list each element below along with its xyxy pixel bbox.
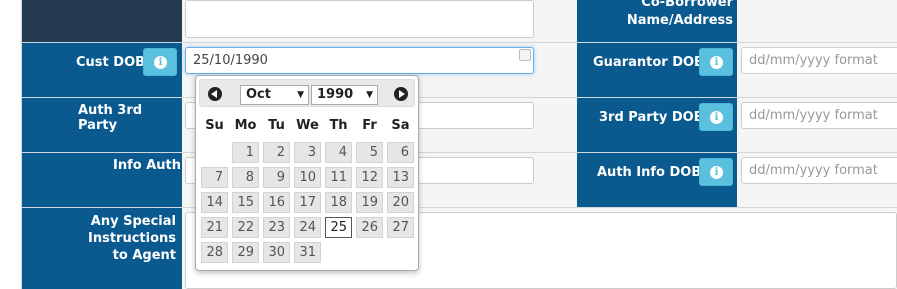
datepicker-popup: Oct ▼ 1990 ▼ Su Mo Tu We Th Fr Sa 1 2 3 4 5 6 7 8 9 10 11 12… xyxy=(195,75,419,271)
day-cell[interactable]: 10 xyxy=(294,167,321,188)
info-icon: i xyxy=(710,56,723,69)
auth-info-dob-input[interactable] xyxy=(741,157,897,184)
special-instructions-label-cell: Any Special Instructions to Agent xyxy=(22,208,182,289)
co-borrower-label-cell: Co-Borrower Name/Address xyxy=(577,0,737,42)
day-cell[interactable]: 17 xyxy=(294,192,321,213)
auth-info-dob-label: Auth Info DOB xyxy=(597,165,702,180)
weekday-header: Tu xyxy=(268,118,285,133)
day-cell[interactable]: 18 xyxy=(325,192,352,213)
weekday-header: Sa xyxy=(391,118,410,133)
day-cell[interactable]: 1 xyxy=(232,142,259,163)
calendar-icon[interactable] xyxy=(519,49,531,61)
info-icon: i xyxy=(710,166,723,179)
year-select[interactable]: 1990 ▼ xyxy=(311,85,378,105)
row-divider xyxy=(22,42,897,43)
row-top-label-cell xyxy=(22,0,182,42)
cust-dob-input[interactable] xyxy=(185,47,534,74)
guarantor-dob-input[interactable] xyxy=(741,47,897,74)
guarantor-dob-label-cell: Guarantor DOB i xyxy=(577,43,737,97)
day-cell[interactable]: 5 xyxy=(356,142,383,163)
day-cell[interactable]: 29 xyxy=(232,242,259,263)
datepicker-header: Oct ▼ 1990 ▼ xyxy=(199,79,415,107)
weekday-header: Th xyxy=(329,118,348,133)
third-party-dob-input[interactable] xyxy=(741,102,897,129)
day-cell[interactable]: 7 xyxy=(201,167,228,188)
cust-dob-label: Cust DOB xyxy=(76,55,146,70)
day-cell[interactable]: 8 xyxy=(232,167,259,188)
auth-info-dob-info-button[interactable]: i xyxy=(699,158,733,186)
cust-dob-info-button[interactable]: i xyxy=(143,48,177,76)
day-cell[interactable]: 20 xyxy=(387,192,414,213)
weekday-header: Mo xyxy=(234,118,257,133)
day-cell[interactable]: 6 xyxy=(387,142,414,163)
guarantor-dob-info-button[interactable]: i xyxy=(699,48,733,76)
cust-dob-label-cell: Cust DOB i xyxy=(22,43,182,97)
day-cell[interactable]: 4 xyxy=(325,142,352,163)
day-cell[interactable]: 31 xyxy=(294,242,321,263)
third-party-dob-label: 3rd Party DOB xyxy=(599,110,704,125)
day-cell[interactable]: 26 xyxy=(356,217,383,238)
day-cell[interactable]: 2 xyxy=(263,142,290,163)
day-cell[interactable]: 11 xyxy=(325,167,352,188)
third-party-dob-info-button[interactable]: i xyxy=(699,103,733,131)
prev-month-icon[interactable] xyxy=(208,87,222,101)
next-month-icon[interactable] xyxy=(394,87,408,101)
day-cell[interactable]: 15 xyxy=(232,192,259,213)
auth-3rd-party-label: Auth 3rd Party xyxy=(78,103,143,133)
auth-info-dob-label-cell: Auth Info DOB i xyxy=(577,153,737,207)
day-cell[interactable]: 27 xyxy=(387,217,414,238)
day-cell[interactable]: 22 xyxy=(232,217,259,238)
info-icon: i xyxy=(154,56,167,69)
day-cell[interactable]: 23 xyxy=(263,217,290,238)
special-instructions-label: Any Special Instructions to Agent xyxy=(87,214,176,263)
co-borrower-right-cell xyxy=(737,0,897,42)
day-cell[interactable]: 12 xyxy=(356,167,383,188)
day-cell[interactable]: 14 xyxy=(201,192,228,213)
day-cell[interactable]: 24 xyxy=(294,217,321,238)
info-auth-label: Info Auth xyxy=(113,158,181,173)
weekday-header: Fr xyxy=(362,118,377,133)
info-icon: i xyxy=(710,111,723,124)
weekday-header: We xyxy=(296,118,319,133)
info-auth-label-cell: Info Auth xyxy=(22,153,182,207)
chevron-down-icon: ▼ xyxy=(366,90,373,100)
row-divider xyxy=(22,97,897,98)
co-borrower-label: Co-Borrower Name/Address xyxy=(626,0,733,28)
day-cell[interactable]: 13 xyxy=(387,167,414,188)
weekday-header: Su xyxy=(205,118,224,133)
day-cell[interactable]: 30 xyxy=(263,242,290,263)
day-cell[interactable]: 9 xyxy=(263,167,290,188)
day-cell[interactable]: 3 xyxy=(294,142,321,163)
month-select[interactable]: Oct ▼ xyxy=(240,85,309,105)
third-party-dob-label-cell: 3rd Party DOB i xyxy=(577,98,737,152)
guarantor-dob-label: Guarantor DOB xyxy=(593,55,704,70)
chevron-down-icon: ▼ xyxy=(297,90,304,100)
row-divider xyxy=(22,207,897,208)
day-cell[interactable]: 19 xyxy=(356,192,383,213)
address-textarea[interactable] xyxy=(185,0,534,38)
day-cell[interactable]: 21 xyxy=(201,217,228,238)
column-divider xyxy=(21,0,22,289)
row-divider xyxy=(22,152,897,153)
selected-day-cell[interactable]: 25 xyxy=(325,217,352,238)
auth-3rd-party-label-cell: Auth 3rd Party xyxy=(22,98,182,152)
day-cell[interactable]: 28 xyxy=(201,242,228,263)
day-cell[interactable]: 16 xyxy=(263,192,290,213)
